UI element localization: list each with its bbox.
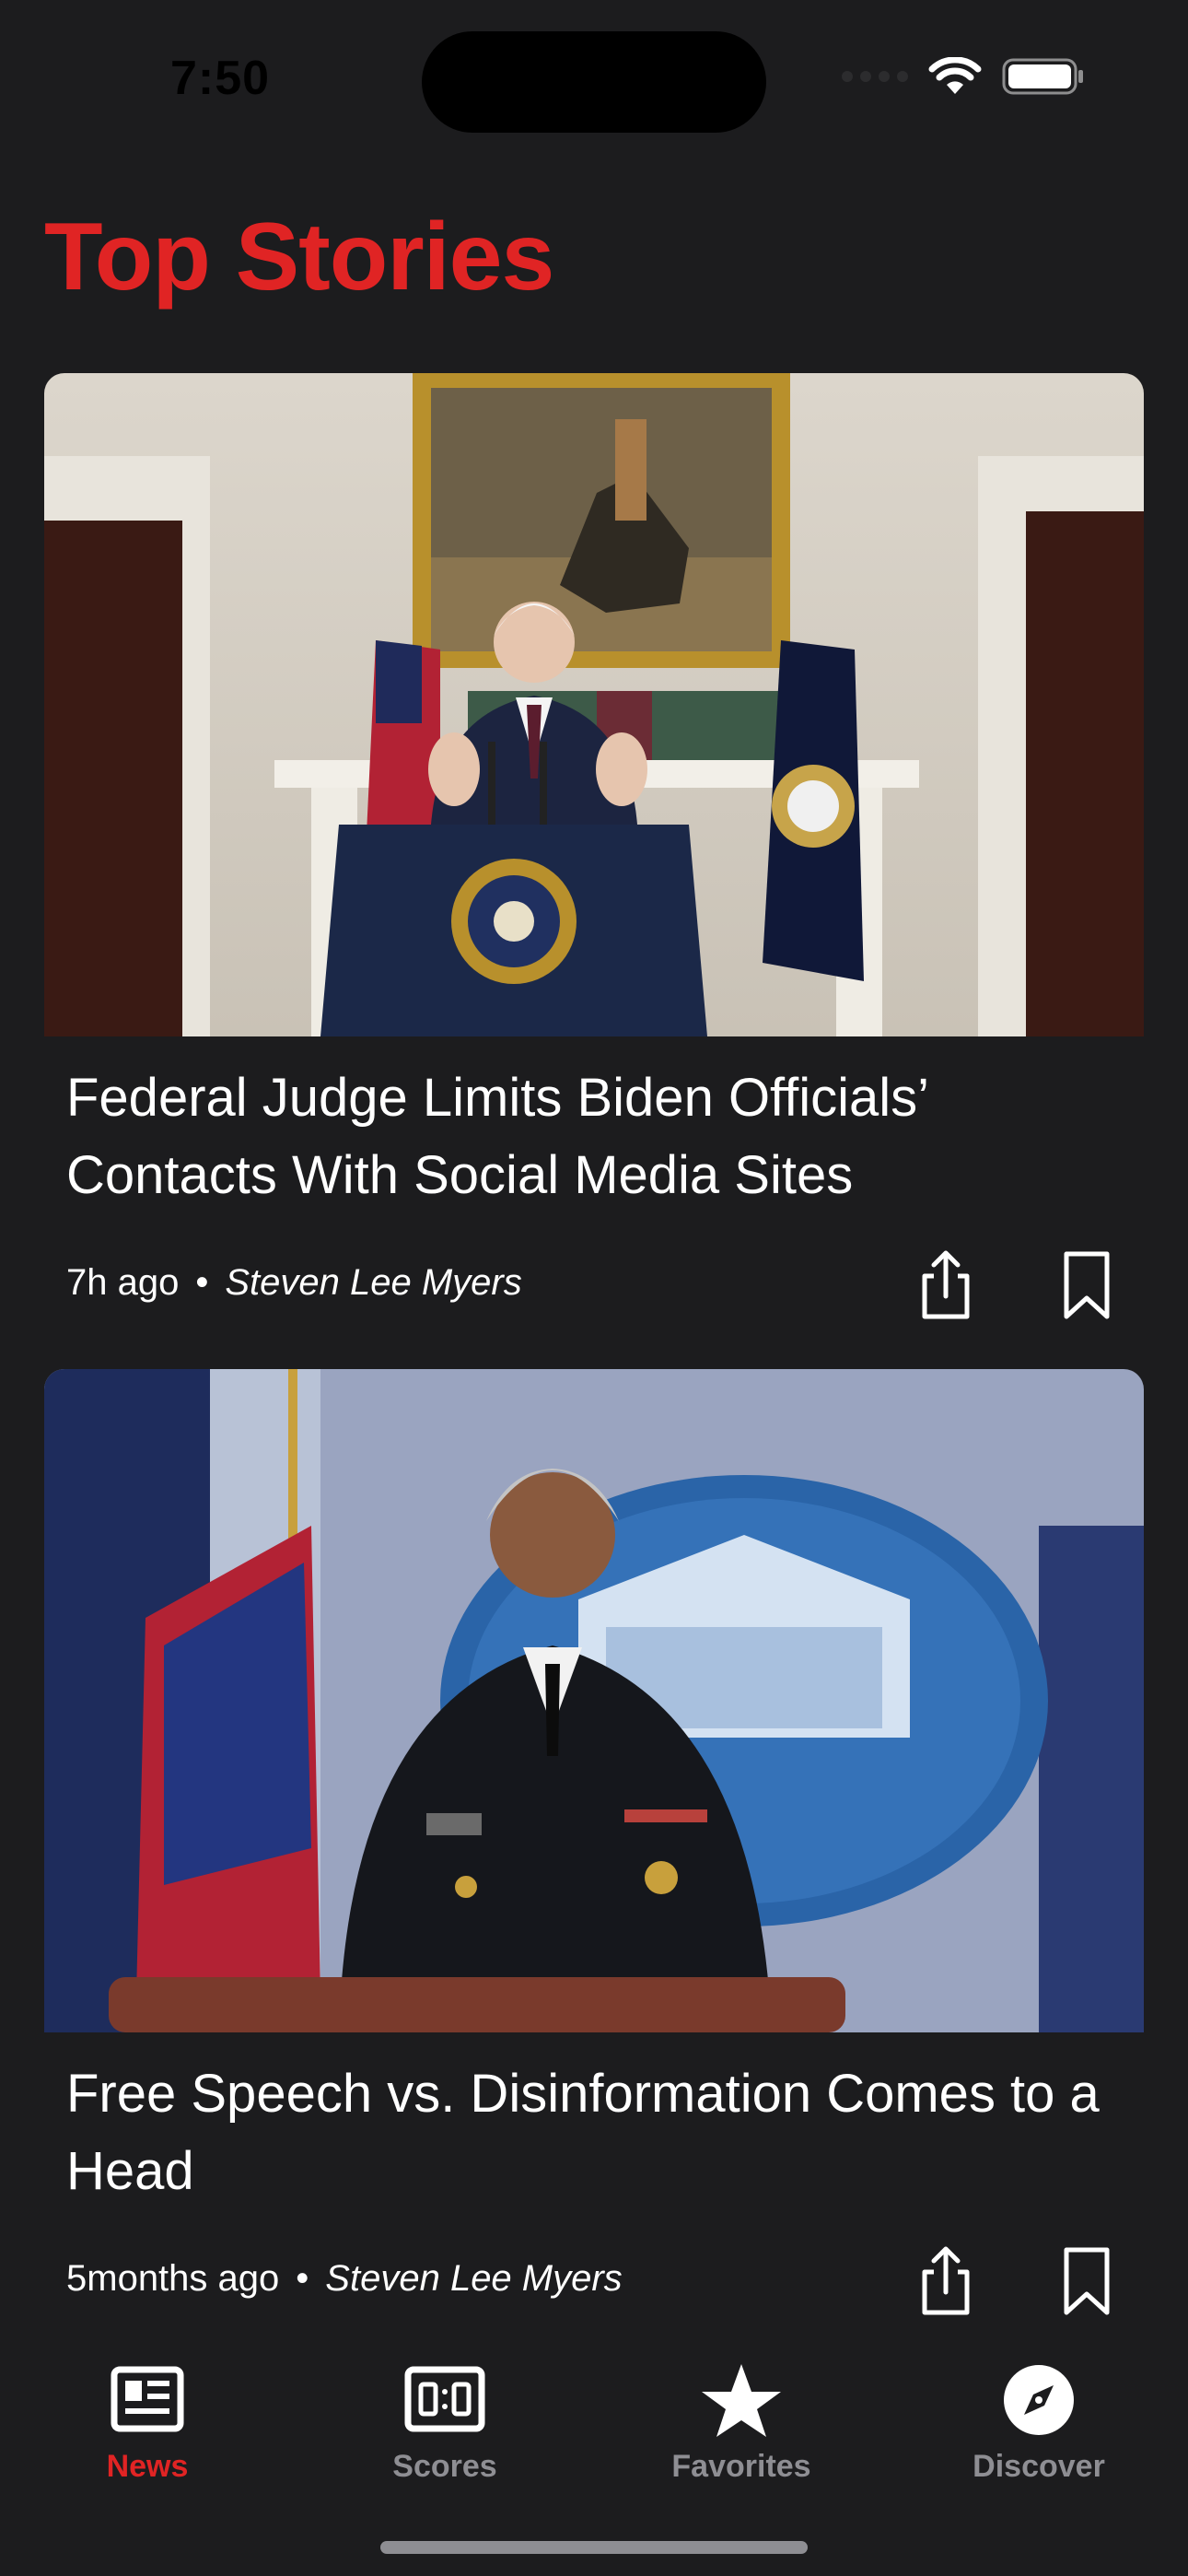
meta-separator: •: [296, 2258, 309, 2299]
compass-icon: [1004, 2365, 1074, 2435]
tab-label: News: [106, 2449, 189, 2484]
page-title: Top Stories: [44, 204, 554, 310]
article-author: Steven Lee Myers: [225, 1262, 522, 1303]
share-icon: [922, 2246, 970, 2315]
wifi-icon: [928, 57, 982, 94]
article-time: 5months ago: [66, 2258, 280, 2299]
article-headline[interactable]: Federal Judge Limits Biden Officials’ Co…: [66, 1060, 1116, 1214]
article-card[interactable]: Federal Judge Limits Biden Officials’ Co…: [44, 373, 1144, 1350]
meta-separator: •: [195, 1262, 209, 1303]
article-meta: 5months ago • Steven Lee Myers: [66, 2258, 623, 2300]
bookmark-icon: [1064, 1251, 1110, 1319]
article-card[interactable]: Free Speech vs. Disinformation Comes to …: [44, 1369, 1144, 2346]
home-indicator[interactable]: [380, 2541, 808, 2554]
status-time: 7:50: [170, 52, 271, 105]
tab-label: Discover: [973, 2449, 1105, 2484]
article-meta: 7h ago • Steven Lee Myers: [66, 1262, 522, 1304]
article-image[interactable]: [44, 373, 1144, 1036]
newspaper-icon: [111, 2366, 184, 2432]
cellular-signal-icon: [842, 71, 908, 82]
battery-icon: [1002, 58, 1083, 95]
bookmark-button[interactable]: [1059, 2244, 1114, 2318]
tab-label: Scores: [392, 2449, 497, 2484]
bookmark-button[interactable]: [1059, 1248, 1114, 1322]
share-icon: [922, 1250, 970, 1319]
scoreboard-icon: [404, 2366, 485, 2432]
tab-scores[interactable]: Scores: [344, 2359, 546, 2485]
dynamic-island: [422, 31, 766, 133]
article-image[interactable]: [44, 1369, 1144, 2032]
tab-label: Favorites: [671, 2449, 811, 2484]
tab-discover[interactable]: Discover: [938, 2359, 1140, 2485]
share-button[interactable]: [914, 2244, 978, 2318]
tab-news[interactable]: News: [46, 2359, 249, 2485]
article-time: 7h ago: [66, 1262, 180, 1303]
bookmark-icon: [1064, 2247, 1110, 2315]
tab-favorites[interactable]: Favorites: [640, 2359, 843, 2485]
star-icon: [702, 2364, 781, 2437]
article-headline[interactable]: Free Speech vs. Disinformation Comes to …: [66, 2055, 1116, 2210]
status-icons: [842, 57, 1085, 96]
article-author: Steven Lee Myers: [325, 2258, 623, 2299]
share-button[interactable]: [914, 1248, 978, 1322]
